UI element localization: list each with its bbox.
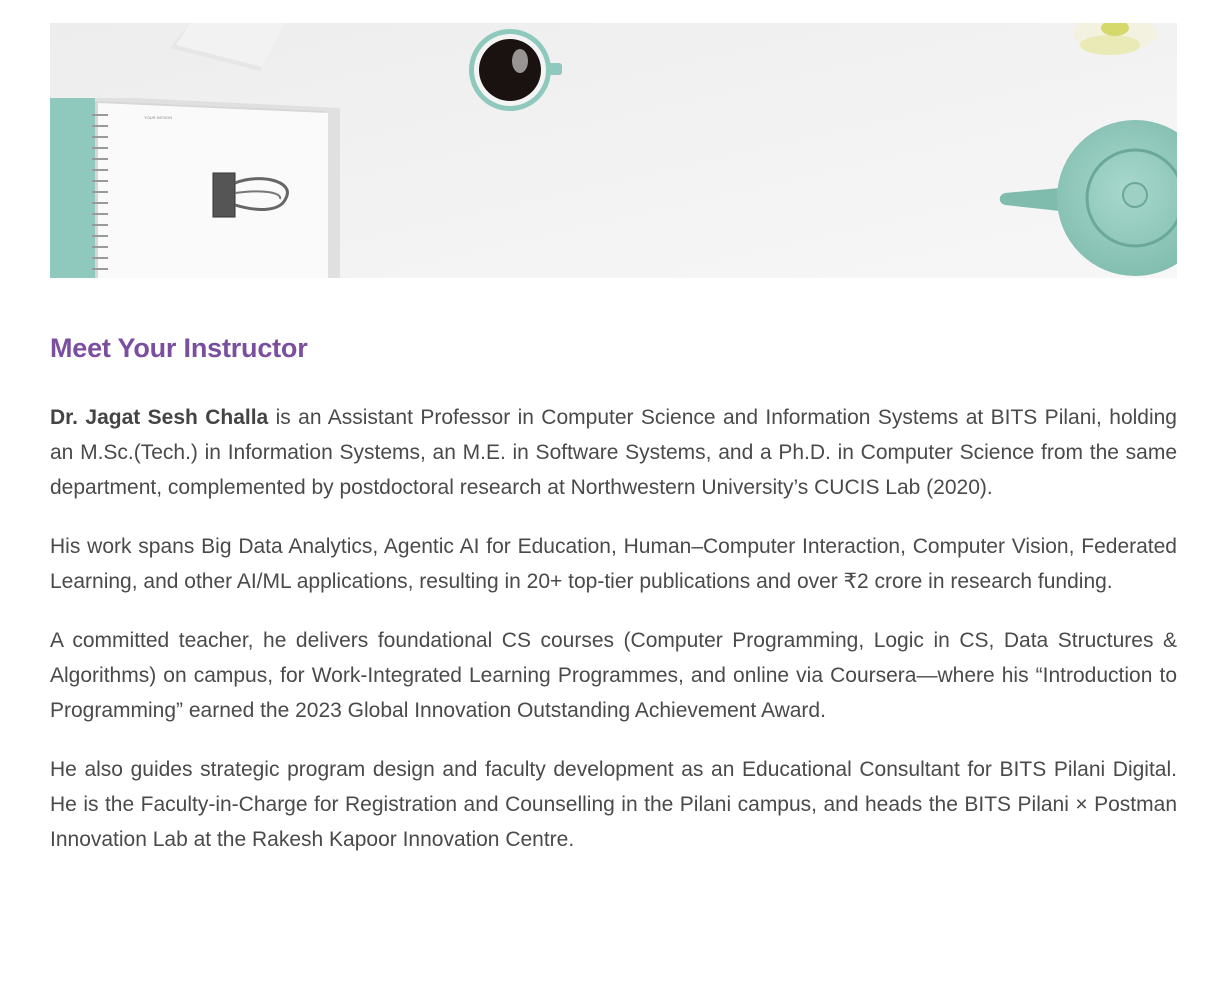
bio-paragraph-3: A committed teacher, he delivers foundat… [50,629,1177,722]
bio-paragraph-2: His work spans Big Data Analytics, Agent… [50,535,1177,593]
instructor-bio: Dr. Jagat Sesh Challa is an Assistant Pr… [50,400,1177,881]
section-heading: Meet Your Instructor [50,333,308,363]
bio-paragraph-1: Dr. Jagat Sesh Challa is an Assistant Pr… [50,400,1177,505]
header-banner-image: YOUR DESIGN [50,23,1177,278]
notebook-icon: YOUR DESIGN [50,98,340,278]
bio-paragraph-4: He also guides strategic program design … [50,758,1177,851]
desk-flatlay-illustration: YOUR DESIGN [50,23,1177,278]
instructor-name: Dr. Jagat Sesh Challa [50,406,269,429]
notebook-label: YOUR DESIGN [144,115,172,120]
